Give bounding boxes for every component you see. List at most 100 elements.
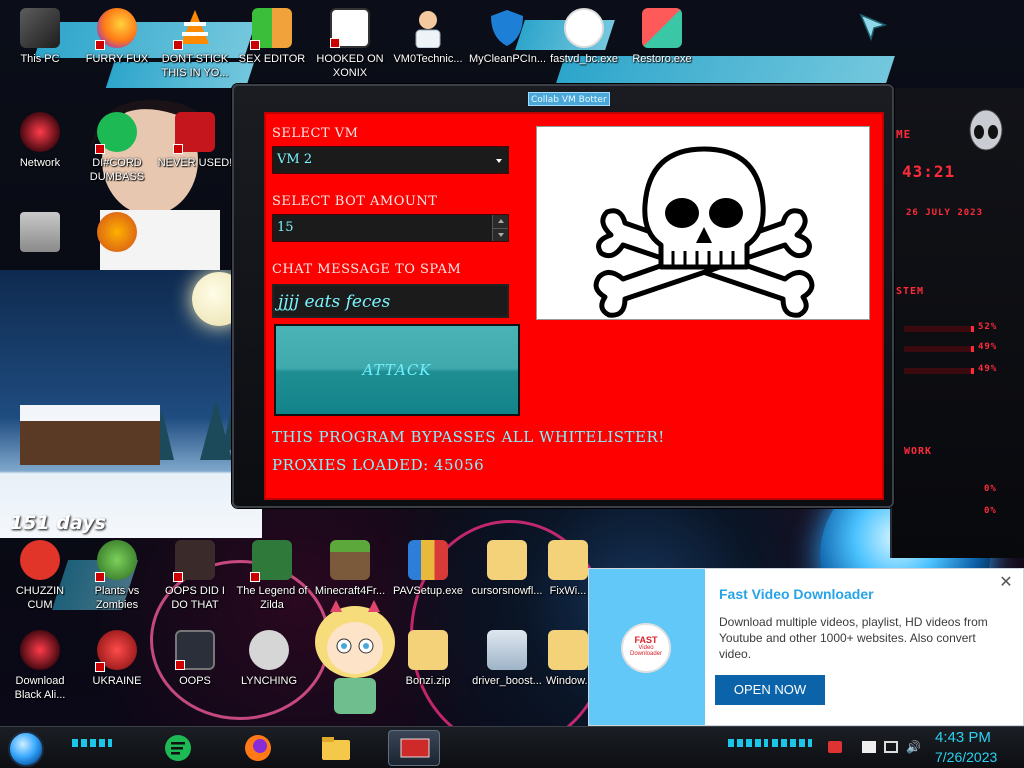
taskbar: 🔊 4:43 PM 7/26/2023 — [0, 726, 1024, 768]
firefox-icon — [95, 8, 137, 50]
attack-button[interactable]: ATTACK — [274, 324, 520, 416]
desktop-icon-label: cursorsnowfl... — [471, 585, 543, 597]
desktop-icon-label: FURRY FUX — [85, 53, 149, 65]
dev-cpp-icon — [173, 112, 215, 154]
desktop-icon-pvz[interactable]: Plants vs Zombies — [79, 540, 155, 612]
desktop-icon-window[interactable]: Window... — [546, 630, 590, 688]
desktop-icon-chuzzin[interactable]: CHUZZIN CUM — [2, 540, 78, 612]
desktop-icon-oops[interactable]: OOPS — [157, 630, 233, 688]
xonix-game-icon — [330, 8, 370, 48]
desktop-icon-driver-booster[interactable]: driver_boost... — [469, 630, 545, 688]
desktop-icon-label: Bonzi.zip — [405, 675, 451, 687]
desktop-icon-ukraine[interactable]: UKRAINE — [79, 630, 155, 688]
desktop-icon-discord[interactable]: DI#CORD DUMBASS — [79, 112, 155, 184]
desktop-icon-restoro[interactable]: Restoro.exe — [624, 8, 700, 66]
fast-video-icon — [564, 8, 604, 48]
fast-video-tray-icon[interactable] — [828, 741, 842, 753]
arrow-cursor-icon — [859, 13, 888, 42]
start-button[interactable] — [8, 731, 44, 767]
desktop-icon-oops-did-i[interactable]: OOPS DID I DO THAT — [157, 540, 233, 612]
vm-select-dropdown[interactable]: VM 2 — [272, 146, 509, 174]
desktop-icon-label: CHUZZIN CUM — [15, 585, 65, 611]
attack-button-label: ATTACK — [362, 361, 432, 379]
iobit-icon — [487, 630, 527, 670]
window-title[interactable]: Collab VM Botter — [528, 92, 610, 106]
hud-date: 26 JULY 2023 — [906, 208, 984, 218]
taskbar-botter-window[interactable] — [388, 730, 440, 766]
taskbar-firefox-icon[interactable] — [238, 730, 278, 766]
desktop-icon-label: HOOKED ON XONIX — [316, 53, 384, 79]
desktop-icon-fastvd[interactable]: fastvd_bc.exe — [546, 8, 622, 66]
portrait-icon — [173, 540, 215, 582]
desktop-icon-label: MyCleanPCIn... — [469, 53, 547, 65]
network-icon[interactable] — [884, 741, 898, 753]
desktop-icon-furry-fux[interactable]: FURRY FUX — [79, 8, 155, 66]
fast-video-logo-icon: FAST Video Downloader — [621, 623, 671, 673]
hud-network-label: WORK — [904, 446, 933, 457]
speaker-icon[interactable]: 🔊 — [906, 741, 921, 753]
taskbar-decoration — [72, 739, 112, 747]
logo-bottom-text: Video Downloader — [629, 645, 663, 657]
action-center-icon[interactable] — [862, 741, 876, 753]
collab-vm-botter-window: Collab VM Botter SELECT VM VM 2 SELECT B… — [232, 84, 894, 508]
taskbar-notes-app[interactable] — [158, 730, 198, 766]
folder-icon — [548, 630, 588, 670]
plant-icon — [95, 540, 137, 582]
increment-button[interactable] — [492, 215, 508, 228]
desktop-icon-label: DONT STICK THIS IN YO... — [161, 53, 229, 79]
window-body: SELECT VM VM 2 SELECT BOT AMOUNT 15 CHAT… — [264, 112, 884, 500]
desktop-icon-label: OOPS DID I DO THAT — [165, 585, 225, 611]
chuzzle-icon — [20, 540, 60, 580]
decrement-button[interactable] — [492, 228, 508, 241]
desktop-icon-label: PAVSetup.exe — [393, 585, 463, 597]
desktop-icon-never-used[interactable]: NEVER USED! — [157, 112, 233, 170]
open-now-button[interactable]: OPEN NOW — [715, 675, 825, 705]
desktop-icon-black-alienware[interactable]: Download Black Ali... — [2, 630, 78, 702]
desktop-icon-cursorsnow[interactable]: cursorsnowfl... — [469, 540, 545, 598]
desktop-icon-this-pc[interactable]: This PC — [2, 8, 78, 66]
net-up-percent: 0% — [984, 484, 997, 494]
proxies-loaded-text: PROXIES LOADED: 45056 — [272, 456, 485, 474]
cpu-bar — [904, 326, 974, 332]
taskbar-clock-time[interactable]: 4:43 PM — [935, 729, 991, 746]
desktop-icon-pavsetup[interactable]: PAVSetup.exe — [390, 540, 466, 598]
desktop-icon-lynching[interactable]: LYNCHING — [234, 630, 304, 688]
desktop-icon-vm0technic[interactable]: VM0Technic... — [390, 8, 466, 66]
chat-message-label: CHAT MESSAGE TO SPAM — [272, 262, 462, 277]
desktop-icon-label: NEVER USED! — [157, 157, 233, 169]
desktop-icon-p-app[interactable] — [79, 212, 155, 256]
desktop-icon-label: Download Black Ali... — [14, 675, 66, 701]
desktop-icon-label: Window... — [546, 675, 590, 687]
zip-folder-icon — [487, 540, 527, 580]
desktop-icon-mycleanpc[interactable]: MyCleanPCIn... — [469, 8, 547, 66]
chevron-down-icon — [496, 159, 502, 163]
desktop-icon-xonix[interactable]: HOOKED ON XONIX — [312, 8, 388, 80]
gear-badge-icon — [249, 630, 289, 670]
taskbar-clock-date[interactable]: 7/26/2023 — [935, 749, 997, 765]
hud-system-label: STEM — [896, 286, 925, 297]
desktop-icon-label: SEX EDITOR — [238, 53, 306, 65]
vlc-cone-icon — [173, 8, 215, 50]
popup-title: Fast Video Downloader — [719, 586, 874, 602]
desktop-icon-fixwi[interactable]: FixWi... — [546, 540, 590, 598]
desktop-icon-label: Minecraft4Fr... — [314, 585, 386, 597]
desktop-icon-zilda[interactable]: The Legend of Zilda — [234, 540, 310, 612]
logo-top-text: FAST — [634, 635, 658, 645]
taskbar-file-explorer-icon[interactable] — [316, 730, 356, 766]
countdown-widget: 151 days — [0, 270, 262, 538]
bot-amount-stepper[interactable]: 15 — [272, 214, 509, 242]
chat-message-input[interactable]: jjjj eats feces — [272, 284, 509, 318]
desktop-icon-dont-stick[interactable]: DONT STICK THIS IN YO... — [157, 8, 233, 80]
disk-percent: 49% — [978, 364, 998, 374]
desktop-icon-bonzi[interactable]: Bonzi.zip — [390, 630, 466, 688]
close-icon[interactable]: ✕ — [999, 574, 1013, 590]
desktop-icon-label: DI#CORD DUMBASS — [89, 157, 145, 183]
desktop-icon-label: OOPS — [179, 675, 211, 687]
desktop-icon-sex-editor[interactable]: SEX EDITOR — [234, 8, 310, 66]
popup-body: Download multiple videos, playlist, HD v… — [719, 615, 988, 661]
desktop-icon-label: UKRAINE — [92, 675, 142, 687]
desktop-icon-network[interactable]: Network — [2, 112, 78, 170]
desktop-icon-recycle[interactable] — [2, 212, 78, 256]
desktop-icon-minecraft[interactable]: Minecraft4Fr... — [312, 540, 388, 598]
p-app-icon — [97, 212, 137, 252]
